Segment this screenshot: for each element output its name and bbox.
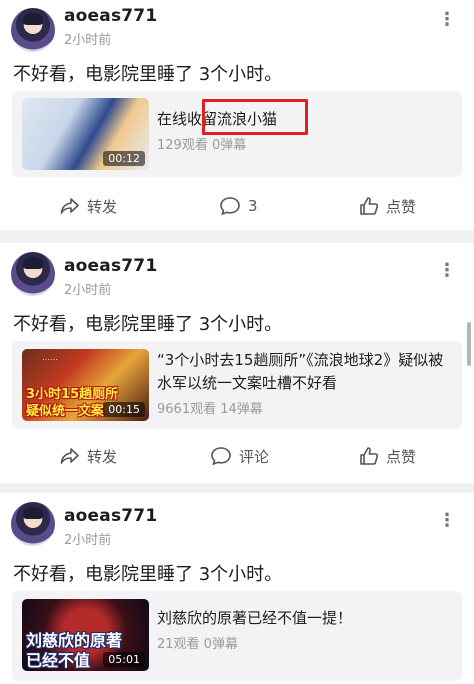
- video-stats: 21观看 0弹幕: [157, 637, 238, 652]
- post-card: aoeas771 2小时前 ⋮ 不好看，电影院里睡了 3个小时。 刘慈欣的原著 …: [0, 493, 474, 684]
- post-card: aoeas771 2小时前 ⋮ 不好看，电影院里睡了 3个小时。 …… 3小时1…: [0, 243, 474, 483]
- like-button[interactable]: 点赞: [359, 441, 416, 471]
- thumbnail-text: 疑似统一文案: [26, 404, 105, 419]
- post-time: 2小时前: [64, 533, 112, 548]
- post-time: 2小时前: [64, 33, 112, 48]
- comment-icon: [211, 447, 231, 466]
- thumbs-up-icon: [360, 447, 379, 465]
- share-icon: [60, 198, 79, 214]
- comment-count: 3: [248, 197, 258, 215]
- avatar[interactable]: [11, 252, 55, 296]
- video-stats: 129观看 0弹幕: [157, 138, 247, 153]
- post-content: 不好看，电影院里睡了 3个小时。: [13, 64, 283, 85]
- post-content: 不好看，电影院里睡了 3个小时。: [13, 564, 283, 585]
- like-label: 点赞: [386, 197, 417, 216]
- post-card: aoeas771 2小时前 ⋮ 不好看，电影院里睡了 3个小时。 00:12 在…: [0, 0, 474, 230]
- comment-button[interactable]: 评论: [210, 441, 269, 471]
- like-button[interactable]: 点赞: [359, 191, 416, 221]
- username[interactable]: aoeas771: [64, 6, 157, 26]
- post-actions: 转发 3 点赞: [0, 191, 474, 221]
- thumbs-up-icon: [360, 197, 379, 215]
- share-icon: [60, 448, 79, 464]
- avatar[interactable]: [11, 502, 55, 546]
- video-duration: 05:01: [103, 652, 145, 667]
- video-stats: 9661观看 14弹幕: [157, 402, 263, 417]
- video-thumbnail[interactable]: 刘慈欣的原著 已经不值 05:01: [22, 599, 149, 671]
- thumbnail-text: 已经不值: [26, 651, 91, 670]
- video-title[interactable]: “3个小时去15趟厕所”《流浪地球2》疑似被水军以统一文案吐槽不好看: [157, 349, 452, 395]
- share-label: 转发: [87, 447, 118, 466]
- like-label: 点赞: [386, 447, 417, 466]
- highlight-box: [202, 99, 308, 135]
- username[interactable]: aoeas771: [64, 256, 157, 276]
- comment-button[interactable]: 3: [219, 191, 258, 221]
- video-card[interactable]: 00:12 在线收留流浪小猫 129观看 0弹幕: [12, 91, 462, 177]
- comment-label: 评论: [239, 447, 270, 466]
- video-duration: 00:12: [103, 151, 145, 166]
- post-time: 2小时前: [64, 283, 112, 298]
- share-button[interactable]: 转发: [60, 191, 117, 221]
- more-icon[interactable]: ⋮: [438, 262, 456, 280]
- share-button[interactable]: 转发: [60, 441, 117, 471]
- more-icon[interactable]: ⋮: [438, 512, 456, 530]
- video-card[interactable]: 刘慈欣的原著 已经不值 05:01 刘慈欣的原著已经不值一提！ 21观看 0弹幕: [12, 591, 462, 681]
- username[interactable]: aoeas771: [64, 506, 157, 526]
- post-actions: 转发 评论 点赞: [0, 441, 474, 471]
- video-thumbnail[interactable]: 00:12: [22, 98, 149, 170]
- thumbnail-caption: ……: [42, 353, 58, 362]
- more-icon[interactable]: ⋮: [438, 11, 456, 29]
- avatar[interactable]: [11, 8, 55, 52]
- post-content: 不好看，电影院里睡了 3个小时。: [13, 314, 283, 335]
- video-title[interactable]: 刘慈欣的原著已经不值一提！: [157, 607, 452, 630]
- share-label: 转发: [87, 197, 118, 216]
- comment-icon: [220, 197, 240, 216]
- video-thumbnail[interactable]: …… 3小时15趟厕所 疑似统一文案 00:15: [22, 349, 149, 421]
- video-card[interactable]: …… 3小时15趟厕所 疑似统一文案 00:15 “3个小时去15趟厕所”《流浪…: [12, 341, 462, 429]
- scrollbar[interactable]: [467, 322, 471, 366]
- video-duration: 00:15: [103, 402, 145, 417]
